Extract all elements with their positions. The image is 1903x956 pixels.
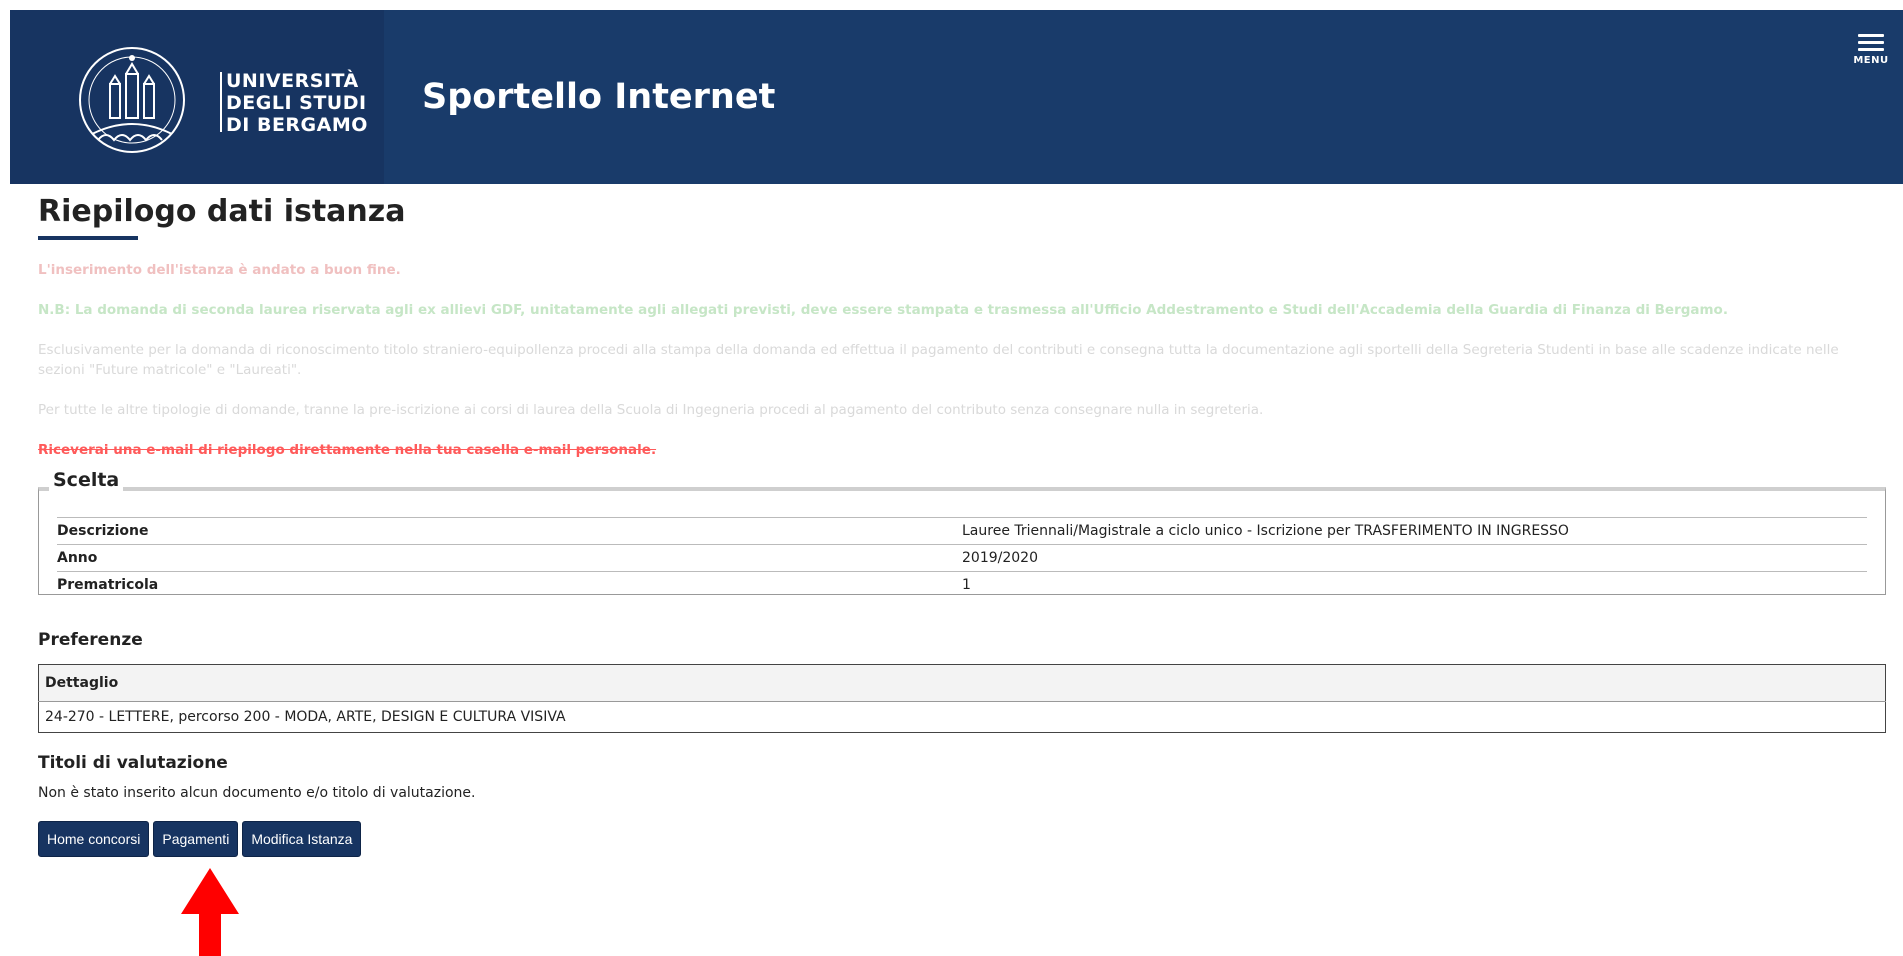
- scelta-legend: Scelta: [49, 469, 124, 491]
- success-message: L'inserimento dell'istanza è andato a bu…: [38, 262, 401, 278]
- table-row: Anno 2019/2020: [57, 544, 1867, 572]
- site-header: UNIVERSITÀ DEGLI STUDI DI BERGAMO Sporte…: [10, 10, 1903, 184]
- title-underline: [38, 236, 138, 240]
- menu-button[interactable]: MENU: [1851, 30, 1891, 80]
- hamburger-icon-bar: [1858, 48, 1884, 51]
- modifica-istanza-button[interactable]: Modifica Istanza: [242, 821, 362, 857]
- table-header-row: Dettaglio: [38, 664, 1886, 702]
- table-row: 24-270 - LETTERE, percorso 200 - MODA, A…: [39, 702, 1886, 733]
- dettaglio-column-header: Dettaglio: [38, 664, 1886, 702]
- scelta-fieldset: Scelta Descrizione Lauree Triennali/Magi…: [38, 469, 1886, 598]
- university-seal-icon: [79, 47, 185, 153]
- scelta-table: Descrizione Lauree Triennali/Magistrale …: [57, 517, 1867, 598]
- hamburger-icon: [1858, 34, 1884, 37]
- hamburger-icon-bar: [1858, 41, 1884, 44]
- titoli-empty-text: Non è stato inserito alcun documento e/o…: [38, 785, 476, 801]
- info-message-altre-domande: Per tutte le altre tipologie di domande,…: [38, 402, 1264, 418]
- preferenze-heading: Preferenze: [38, 630, 143, 650]
- preferenze-table: Dettaglio 24-270 - LETTERE, percorso 200…: [38, 664, 1886, 733]
- pagamenti-button[interactable]: Pagamenti: [153, 821, 239, 857]
- prematricola-value: 1: [962, 571, 1867, 598]
- nb-message: N.B: La domanda di seconda laurea riserv…: [38, 302, 1728, 318]
- menu-label: MENU: [1853, 55, 1889, 66]
- site-title: Sportello Internet: [422, 77, 776, 117]
- logo-divider: [220, 72, 222, 132]
- descrizione-label: Descrizione: [57, 517, 962, 545]
- university-name: UNIVERSITÀ DEGLI STUDI DI BERGAMO: [226, 70, 368, 136]
- anno-label: Anno: [57, 544, 962, 572]
- up-arrow-icon: [181, 868, 239, 956]
- titoli-heading: Titoli di valutazione: [38, 753, 228, 773]
- info-message-equipollenza: Esclusivamente per la domanda di riconos…: [38, 342, 1839, 378]
- prematricola-label: Prematricola: [57, 571, 962, 598]
- email-message: Riceverai una e-mail di riepilogo dirett…: [38, 442, 657, 458]
- action-buttons: Home concorsi Pagamenti Modifica Istanza: [38, 821, 365, 857]
- preferenza-detail: 24-270 - LETTERE, percorso 200 - MODA, A…: [45, 709, 566, 725]
- table-row: Prematricola 1: [57, 571, 1867, 598]
- table-row: Descrizione Lauree Triennali/Magistrale …: [57, 517, 1867, 545]
- descrizione-value: Lauree Triennali/Magistrale a ciclo unic…: [962, 517, 1867, 545]
- university-logo[interactable]: UNIVERSITÀ DEGLI STUDI DI BERGAMO: [10, 10, 384, 184]
- home-concorsi-button[interactable]: Home concorsi: [38, 821, 150, 857]
- anno-value: 2019/2020: [962, 544, 1867, 572]
- page-title: Riepilogo dati istanza: [38, 194, 406, 229]
